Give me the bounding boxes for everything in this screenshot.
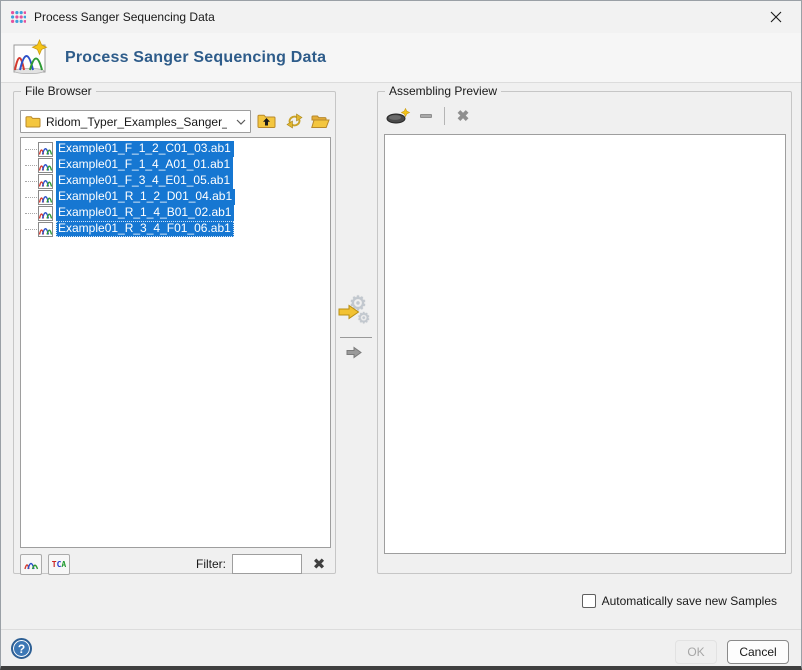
chromatogram-star-icon (11, 39, 49, 77)
file-name: Example01_F_3_4_E01_05.ab1 (56, 173, 233, 189)
file-list-item[interactable]: Example01_R_3_4_F01_06.ab1 (21, 221, 330, 237)
auto-save-checkbox[interactable] (582, 594, 596, 608)
process-and-add-button[interactable]: ⚙ ⚙ (338, 294, 375, 332)
remove-button[interactable] (412, 105, 440, 127)
file-browser-group-label: File Browser (21, 84, 96, 99)
chromatogram-file-icon (38, 142, 53, 157)
x-icon: ✖ (457, 107, 470, 125)
file-name: Example01_R_1_2_D01_04.ab1 (56, 189, 235, 205)
cancel-button[interactable]: Cancel (727, 640, 789, 664)
open-folder-icon[interactable] (308, 109, 332, 133)
minus-icon (420, 114, 432, 118)
file-list-item[interactable]: Example01_R_1_4_B01_02.ab1 (21, 205, 330, 221)
file-name: Example01_R_3_4_F01_06.ab1 (56, 221, 234, 237)
refresh-icon[interactable] (282, 109, 306, 133)
auto-save-label: Automatically save new Samples (602, 594, 777, 608)
parent-folder-icon[interactable] (254, 109, 278, 133)
app-icon (10, 9, 26, 25)
transfer-divider (340, 337, 372, 338)
chromatogram-file-icon (38, 158, 53, 173)
file-list-item[interactable]: Example01_R_1_2_D01_04.ab1 (21, 189, 330, 205)
chevron-down-icon (232, 119, 246, 125)
chromatogram-file-icon (38, 174, 53, 189)
trace-view-toggle[interactable] (20, 554, 42, 575)
folder-path-dropdown[interactable]: Ridom_Typer_Examples_Sanger_ITS/ (20, 110, 251, 133)
tree-connector (25, 149, 37, 150)
file-browser-group: File Browser Ridom_Typer_Examples_Sanger… (13, 91, 336, 574)
assembling-preview-group-label: Assembling Preview (385, 84, 501, 99)
close-icon[interactable] (761, 4, 791, 30)
question-mark-icon: ? (18, 642, 25, 656)
file-name: Example01_F_1_4_A01_01.ab1 (56, 157, 233, 173)
file-browser-footer: TCA Filter: ✖ (20, 553, 331, 575)
clear-filter-icon[interactable]: ✖ (307, 554, 331, 575)
filter-label: Filter: (196, 557, 226, 571)
tree-connector (25, 165, 37, 166)
new-sample-button[interactable] (384, 105, 412, 127)
delete-assembly-button[interactable]: ✖ (449, 105, 477, 127)
tree-connector (25, 213, 37, 214)
chromatogram-file-icon (38, 190, 53, 205)
dialog-header: Process Sanger Sequencing Data (1, 33, 801, 83)
transfer-column: ⚙ ⚙ (337, 91, 376, 574)
ok-button[interactable]: OK (675, 640, 717, 664)
file-list[interactable]: Example01_F_1_2_C01_03.ab1 Example01_F_1… (20, 137, 331, 548)
chromatogram-file-icon (38, 206, 53, 221)
footer-buttons: OK Cancel (675, 640, 789, 664)
file-list-item[interactable]: Example01_F_3_4_E01_05.ab1 (21, 173, 330, 189)
yellow-arrow-icon (338, 304, 360, 320)
trace-icon (24, 557, 39, 571)
tree-connector (25, 229, 37, 230)
file-name: Example01_R_1_4_B01_02.ab1 (56, 205, 234, 221)
file-list-item[interactable]: Example01_F_1_2_C01_03.ab1 (21, 141, 330, 157)
assembling-preview-group: Assembling Preview ✖ (377, 91, 792, 574)
filter-input[interactable] (232, 554, 302, 574)
page-title: Process Sanger Sequencing Data (65, 49, 326, 67)
process-sanger-dialog: Process Sanger Sequencing Data Process S… (0, 0, 802, 670)
assembling-preview-canvas[interactable] (384, 134, 786, 554)
folder-icon (25, 115, 41, 128)
file-list-item[interactable]: Example01_F_1_4_A01_01.ab1 (21, 157, 330, 173)
toolbar-separator (444, 107, 445, 125)
add-without-processing-button[interactable] (346, 346, 366, 362)
tree-connector (25, 197, 37, 198)
assembling-toolbar: ✖ (384, 104, 477, 128)
chromatogram-file-icon (38, 222, 53, 237)
tree-connector (25, 181, 37, 182)
sequence-letters-icon: TCA (52, 560, 66, 569)
footer-separator (1, 629, 801, 630)
file-name: Example01_F_1_2_C01_03.ab1 (56, 141, 234, 157)
folder-path-value: Ridom_Typer_Examples_Sanger_ITS/ (46, 115, 227, 129)
options-row: Automatically save new Samples (582, 592, 777, 610)
sequence-view-toggle[interactable]: TCA (48, 554, 70, 575)
window-title: Process Sanger Sequencing Data (34, 10, 215, 24)
help-button[interactable]: ? (11, 638, 32, 659)
title-bar: Process Sanger Sequencing Data (1, 1, 801, 33)
